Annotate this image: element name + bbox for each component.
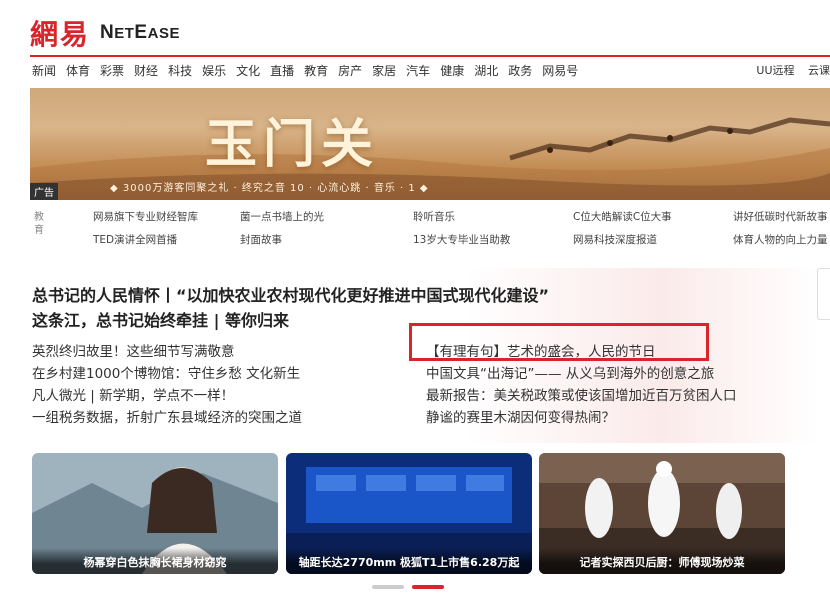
edu-link[interactable]: 封面故事 [240, 232, 413, 247]
edu-link[interactable]: 13岁大专毕业当助教 [413, 232, 573, 247]
card-caption: 记者实探西贝后厨：师傅现场炒菜 [539, 548, 785, 574]
nav-item-sports[interactable]: 体育 [66, 62, 90, 80]
card-caption: 杨幂穿白色抹胸长裙身材窈窕 [32, 548, 278, 574]
header-divider [30, 55, 830, 57]
news-item[interactable]: 一组税务数据，折射广东县域经济的突围之道 [32, 407, 302, 429]
edu-link[interactable]: 聆听音乐 [413, 209, 573, 224]
nav-item-news[interactable]: 新闻 [32, 62, 56, 80]
nav-item-entertainment[interactable]: 娱乐 [202, 62, 226, 80]
banner-subtitle: ◆ 3000万游客同聚之礼 · 终究之音 10 · 心流心跳 · 音乐 · 1 … [110, 183, 429, 194]
nav-item-hubei[interactable]: 湖北 [474, 62, 498, 80]
nav-item-finance[interactable]: 财经 [134, 62, 158, 80]
nav-item-lottery[interactable]: 彩票 [100, 62, 124, 80]
photo-card[interactable]: 杨幂穿白色抹胸长裙身材窈窕 [32, 453, 278, 574]
banner-title: 玉门关 [205, 114, 380, 175]
headline-main[interactable]: 总书记的人民情怀丨“以加快农业农村现代化更好推进中国式现代化建设” [32, 282, 549, 306]
side-panel-edge [817, 268, 830, 320]
nav-item-tech[interactable]: 科技 [168, 62, 192, 80]
edu-link[interactable]: 网易旗下专业财经智库 [93, 209, 240, 224]
headline-secondary[interactable]: 这条江，总书记始终牵挂 | 等你归来 [32, 307, 289, 331]
nav-item-home[interactable]: 家居 [372, 62, 396, 80]
carousel-pagination [372, 585, 444, 589]
card-caption: 轴距长达2770mm 极狐T1上市售6.28万起 [286, 548, 532, 574]
nav-right: UU远程 云课 [746, 62, 830, 78]
highlight-box [409, 323, 709, 361]
main-nav: 新闻 体育 彩票 财经 科技 娱乐 文化 直播 教育 房产 家居 汽车 健康 湖… [32, 62, 830, 80]
edu-link[interactable]: C位大皓解读C位大事 [573, 209, 733, 224]
nav-item-live[interactable]: 直播 [270, 62, 294, 80]
nav-item-culture[interactable]: 文化 [236, 62, 260, 80]
news-item[interactable]: 中国文具“出海记”—— 从义乌到海外的创意之旅 [426, 363, 737, 385]
nav-item-health[interactable]: 健康 [440, 62, 464, 80]
education-links: 教育 网易旗下专业财经智库 菌一点书墙上的光 聆听音乐 C位大皓解读C位大事 讲… [30, 205, 830, 251]
ad-tag: 广告 [30, 183, 58, 200]
photo-card[interactable]: 轴距长达2770mm 极狐T1上市售6.28万起 [286, 453, 532, 574]
logo-english: NETEASE [100, 22, 180, 43]
news-list-left: 英烈终归故里！这些细节写满敬意 在乡村建1000个博物馆：守住乡愁 文化新生 凡… [32, 341, 302, 429]
education-label: 教育 [34, 212, 44, 236]
nav-item-realestate[interactable]: 房产 [338, 62, 362, 80]
edu-link[interactable]: 讲好低碳时代新故事 [733, 209, 830, 224]
photo-card[interactable]: 记者实探西贝后厨：师傅现场炒菜 [539, 453, 785, 574]
logo-chinese: 網易 [30, 18, 91, 51]
edu-link[interactable]: 体育人物的向上力量 [733, 232, 830, 247]
news-item[interactable]: 最新报告：美关税政策或使该国增加近百万贫困人口 [426, 385, 737, 407]
nav-item-uu-remote[interactable]: UU远程 [756, 64, 794, 77]
news-item[interactable]: 静谧的赛里木湖因何变得热闹？ [426, 407, 737, 429]
edu-link[interactable]: 网易科技深度报道 [573, 232, 733, 247]
netease-logo[interactable]: 網易 NETEASE [30, 16, 180, 51]
nav-item-cloud[interactable]: 云课 [808, 64, 830, 77]
edu-link[interactable]: 菌一点书墙上的光 [240, 209, 413, 224]
nav-item-education[interactable]: 教育 [304, 62, 328, 80]
carousel-dot[interactable] [372, 585, 404, 589]
ad-banner[interactable]: 玉门关 ◆ 3000万游客同聚之礼 · 终究之音 10 · 心流心跳 · 音乐 … [30, 88, 830, 200]
news-item[interactable]: 凡人微光 | 新学期，学点不一样！ [32, 385, 302, 407]
edu-link[interactable]: TED演讲全网首播 [93, 232, 240, 247]
nav-item-netease-hao[interactable]: 网易号 [542, 62, 578, 80]
news-item[interactable]: 英烈终归故里！这些细节写满敬意 [32, 341, 302, 363]
nav-item-auto[interactable]: 汽车 [406, 62, 430, 80]
nav-item-government[interactable]: 政务 [508, 62, 532, 80]
news-item[interactable]: 在乡村建1000个博物馆：守住乡愁 文化新生 [32, 363, 302, 385]
carousel-dot-active[interactable] [412, 585, 444, 589]
